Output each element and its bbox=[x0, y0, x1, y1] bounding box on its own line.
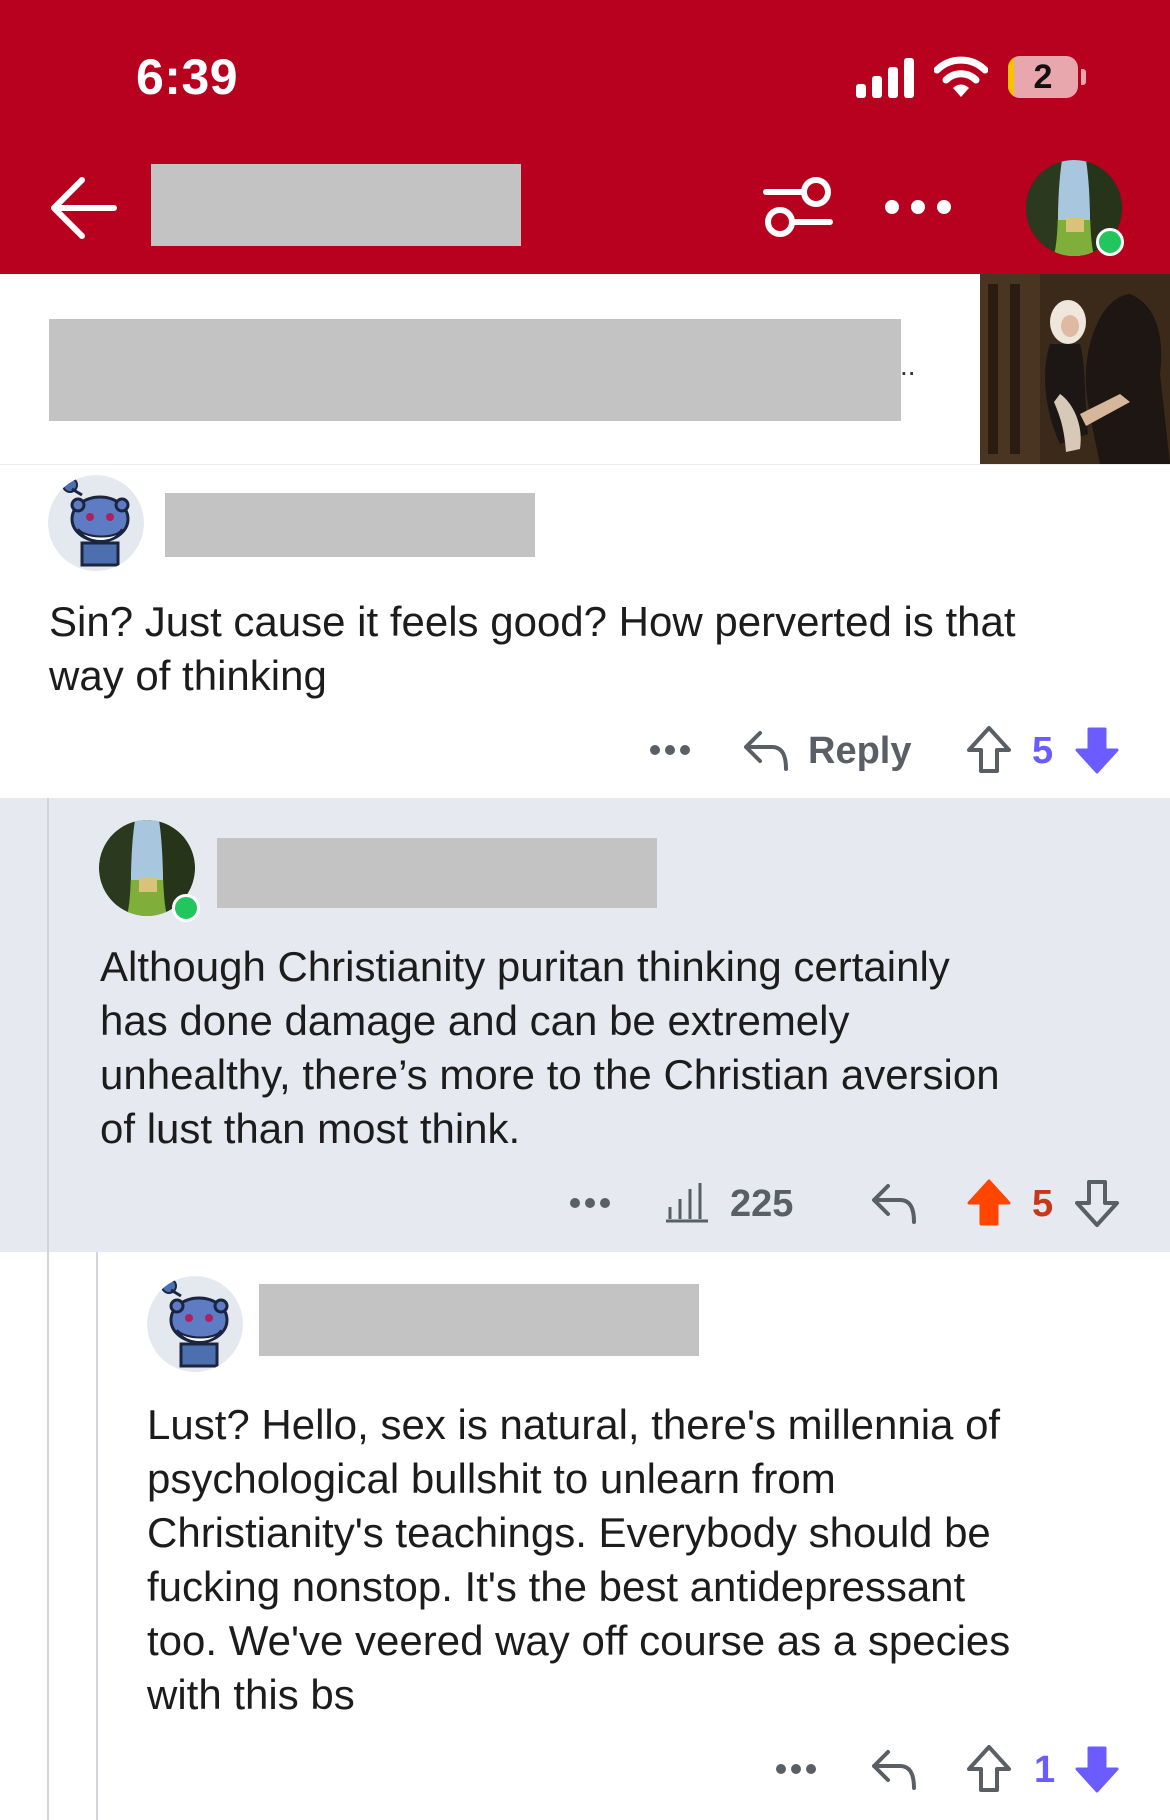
comment-2-views-icon bbox=[666, 1183, 708, 1223]
comment-2-username-redacted bbox=[217, 838, 657, 908]
comment-1-body: Sin? Just cause it feels good? How perve… bbox=[49, 598, 1016, 699]
snoo-avatar-icon bbox=[48, 475, 144, 571]
comment-2-score: 5 bbox=[1032, 1183, 1054, 1225]
comment-1-score: 5 bbox=[1032, 730, 1054, 772]
comment-3-downvote-icon[interactable] bbox=[1074, 1744, 1120, 1794]
thread-line[interactable] bbox=[47, 1252, 49, 1820]
filter-sliders-icon[interactable] bbox=[762, 174, 834, 240]
comment-2-views-count: 225 bbox=[730, 1183, 794, 1225]
back-arrow-icon[interactable] bbox=[48, 172, 120, 244]
battery-level: 2 bbox=[1033, 58, 1053, 96]
thread-line[interactable] bbox=[96, 1252, 98, 1820]
status-time: 6:39 bbox=[136, 49, 239, 105]
comment-1-username-redacted bbox=[165, 493, 535, 557]
comment-3-more-icon[interactable] bbox=[776, 1762, 816, 1776]
post-preview[interactable]: .. bbox=[0, 274, 1170, 465]
post-thumbnail[interactable] bbox=[980, 274, 1170, 464]
comment-2-body: Although Christianity puritan thinking c… bbox=[100, 943, 1000, 1152]
comment-3: Lust? Hello, sex is natural, there's mil… bbox=[0, 1252, 1170, 1820]
comment-1-reply-button[interactable]: Reply bbox=[808, 729, 911, 773]
comment-1-downvote-icon[interactable] bbox=[1074, 725, 1120, 775]
comment-2-more-icon[interactable] bbox=[570, 1196, 610, 1210]
comment-3-avatar[interactable] bbox=[147, 1276, 243, 1372]
user-avatar[interactable] bbox=[1026, 160, 1124, 256]
online-status-dot bbox=[172, 894, 200, 922]
comment-1-avatar[interactable] bbox=[48, 475, 144, 571]
wifi-icon bbox=[934, 56, 988, 97]
online-status-dot bbox=[1096, 228, 1124, 256]
post-title-ellipsis: .. bbox=[900, 350, 916, 381]
signal-icon bbox=[856, 58, 914, 98]
comment-2-downvote-icon[interactable] bbox=[1074, 1178, 1120, 1228]
comment-3-reply-icon[interactable] bbox=[870, 1746, 918, 1792]
thread-line[interactable] bbox=[47, 798, 49, 1252]
comment-2-upvote-icon[interactable] bbox=[966, 1178, 1012, 1228]
more-horizontal-icon[interactable] bbox=[884, 190, 952, 224]
comment-2: Although Christianity puritan thinking c… bbox=[0, 798, 1170, 1252]
comment-1-upvote-icon[interactable] bbox=[966, 725, 1012, 775]
top-header: 6:39 2 bbox=[0, 0, 1170, 274]
comment-3-username-redacted bbox=[259, 1284, 699, 1356]
comment-1-more-icon[interactable] bbox=[650, 743, 690, 757]
comment-2-reply-icon[interactable] bbox=[870, 1180, 918, 1226]
comment-3-upvote-icon[interactable] bbox=[966, 1744, 1012, 1794]
comment-1-reply-icon[interactable] bbox=[742, 727, 790, 773]
post-title-redacted bbox=[49, 319, 901, 421]
battery-icon: 2 bbox=[1008, 56, 1086, 98]
comment-3-body: Lust? Hello, sex is natural, there's mil… bbox=[147, 1401, 1011, 1718]
comment-1: Sin? Just cause it feels good? How perve… bbox=[0, 465, 1170, 798]
subreddit-title-redacted bbox=[151, 164, 521, 246]
snoo-avatar-icon bbox=[147, 1276, 243, 1372]
comment-3-score: 1 bbox=[1034, 1749, 1056, 1791]
